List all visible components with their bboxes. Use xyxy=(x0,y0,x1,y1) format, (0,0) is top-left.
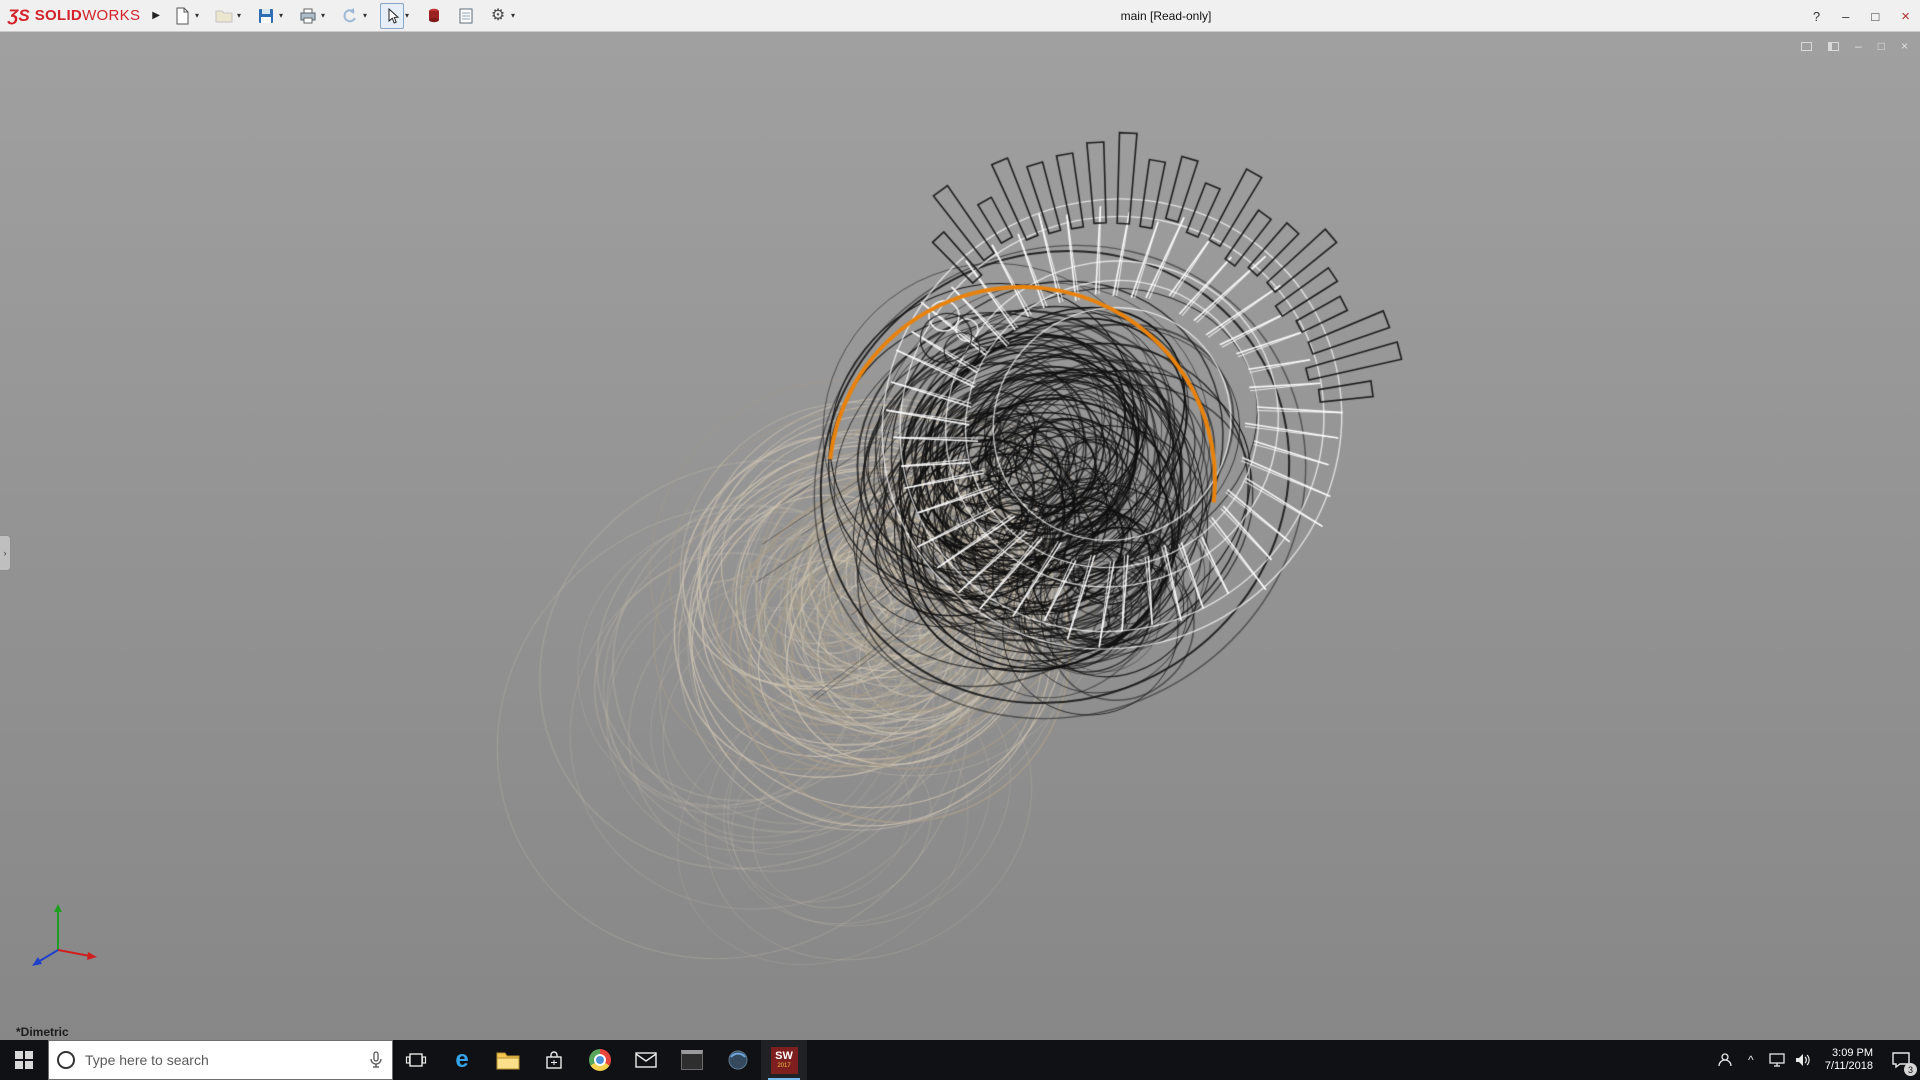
triad-z-axis xyxy=(37,949,59,963)
file-explorer-icon xyxy=(496,1052,520,1070)
options-button[interactable]: ⚙ xyxy=(486,3,510,29)
volume-button[interactable] xyxy=(1790,1040,1816,1080)
triad-x-arrow-icon xyxy=(87,952,97,960)
tray-expand-button[interactable]: ^ xyxy=(1738,1040,1764,1080)
search-input[interactable] xyxy=(83,1051,360,1069)
save-button[interactable] xyxy=(254,3,278,29)
reference-triad xyxy=(32,904,97,966)
chrome-button[interactable] xyxy=(577,1040,623,1080)
doc-pane-left-icon[interactable] xyxy=(1801,41,1813,51)
clock-date: 7/11/2018 xyxy=(1824,1060,1873,1072)
file-explorer-button[interactable] xyxy=(485,1040,531,1080)
close-button[interactable]: × xyxy=(1901,8,1910,25)
properties-sheet-icon xyxy=(459,8,473,23)
chevron-up-icon: ^ xyxy=(1748,1053,1754,1067)
save-dropdown-arrow-icon[interactable]: ▾ xyxy=(279,11,283,20)
appearances-button[interactable] xyxy=(422,3,446,29)
document-title: main [Read-only] xyxy=(1120,8,1212,23)
undo-button[interactable] xyxy=(338,3,362,29)
people-button[interactable] xyxy=(1712,1040,1738,1080)
select-dropdown-arrow-icon[interactable]: ▾ xyxy=(405,11,409,20)
dassault-3ds-icon: ƷS xyxy=(8,5,30,25)
cortana-icon[interactable] xyxy=(57,1051,75,1069)
model-wireframe-canvas[interactable] xyxy=(0,32,1920,1040)
store-button[interactable] xyxy=(531,1040,577,1080)
store-bag-icon xyxy=(546,1051,562,1069)
options-dropdown-arrow-icon[interactable]: ▾ xyxy=(511,11,515,20)
solidworks-icon-label: SW xyxy=(775,1050,793,1062)
triad-z-arrow-icon xyxy=(32,957,42,966)
taskbar-clock[interactable]: 3:09 PM 7/11/2018 xyxy=(1816,1047,1882,1073)
restore-button[interactable]: □ xyxy=(1871,9,1879,24)
doc-restore-button[interactable]: □ xyxy=(1878,40,1885,52)
chrome-icon xyxy=(589,1049,611,1071)
doc-pane-right-icon[interactable] xyxy=(1828,41,1840,51)
window-controls: ? – □ × xyxy=(1813,0,1910,32)
windows-logo-icon xyxy=(15,1051,33,1069)
mail-button[interactable] xyxy=(623,1040,669,1080)
print-dropdown-arrow-icon[interactable]: ▾ xyxy=(321,11,325,20)
task-view-button[interactable] xyxy=(393,1040,439,1080)
person-icon xyxy=(1718,1053,1732,1067)
start-button[interactable] xyxy=(0,1040,48,1080)
undo-arrow-icon xyxy=(343,7,356,22)
view-orientation-label: *Dimetric xyxy=(16,1025,69,1039)
appearances-icon xyxy=(429,8,440,22)
print-button[interactable] xyxy=(296,3,320,29)
minimize-button[interactable]: – xyxy=(1842,9,1849,24)
system-tray: ^ 3:09 PM 7/11/2018 3 xyxy=(1712,1040,1920,1080)
app-circle-icon xyxy=(728,1050,748,1070)
graphics-viewport[interactable]: – □ × › *Dimetric xyxy=(0,32,1920,1040)
new-dropdown-arrow-icon[interactable]: ▾ xyxy=(195,11,199,20)
triad-y-arrow-icon xyxy=(54,904,62,912)
solidworks-icon-year: 2017 xyxy=(777,1063,791,1069)
select-cursor-icon xyxy=(388,7,400,24)
toolbar-flyout-arrow-icon[interactable]: ▶ xyxy=(150,10,170,21)
save-floppy-icon xyxy=(258,8,273,23)
new-document-button[interactable] xyxy=(170,3,194,29)
logo-text-works: WORKS xyxy=(82,7,141,24)
network-button[interactable] xyxy=(1764,1040,1790,1080)
action-center-button[interactable]: 3 xyxy=(1882,1040,1920,1080)
command-prompt-button[interactable] xyxy=(669,1040,715,1080)
doc-minimize-button[interactable]: – xyxy=(1855,40,1862,52)
speaker-icon xyxy=(1795,1054,1810,1066)
solidworks-logo: ƷS SOLID WORKS xyxy=(0,6,150,26)
triad-x-axis xyxy=(57,949,91,957)
undo-dropdown-arrow-icon[interactable]: ▾ xyxy=(363,11,367,20)
edge-icon: e xyxy=(455,1046,469,1073)
notification-badge: 3 xyxy=(1904,1063,1917,1076)
solidworks-taskbar-button[interactable]: SW 2017 xyxy=(761,1040,807,1080)
app-circle-button[interactable] xyxy=(715,1040,761,1080)
logo-text-solid: SOLID xyxy=(34,7,83,24)
open-button[interactable] xyxy=(212,3,236,29)
taskbar: e SW 2017 xyxy=(0,1040,1920,1080)
print-icon xyxy=(300,8,316,23)
gear-icon: ⚙ xyxy=(490,6,506,24)
open-dropdown-arrow-icon[interactable]: ▾ xyxy=(237,11,241,20)
titlebar: ƷS SOLID WORKS ▶ ▾ ▾ ▾ ▾ ▾ ▾ ⚙ ▾ main [R… xyxy=(0,0,1920,32)
mail-envelope-icon xyxy=(635,1052,657,1068)
featuremanager-collapsed-tab[interactable]: › xyxy=(0,535,11,571)
select-button[interactable] xyxy=(380,2,405,29)
clock-time: 3:09 PM xyxy=(1832,1047,1873,1059)
edge-button[interactable]: e xyxy=(439,1040,485,1080)
taskbar-search[interactable] xyxy=(48,1040,393,1080)
network-icon xyxy=(1769,1053,1785,1067)
task-view-icon xyxy=(405,1053,427,1067)
doc-close-button[interactable]: × xyxy=(1901,40,1908,52)
command-prompt-icon xyxy=(681,1050,703,1070)
properties-button[interactable] xyxy=(454,3,478,29)
new-document-icon xyxy=(176,7,189,24)
open-folder-icon xyxy=(215,10,233,22)
microphone-icon[interactable] xyxy=(368,1051,384,1069)
solidworks-app-icon: SW 2017 xyxy=(770,1046,798,1074)
document-window-controls: – □ × xyxy=(1801,40,1908,52)
help-button[interactable]: ? xyxy=(1813,9,1820,24)
